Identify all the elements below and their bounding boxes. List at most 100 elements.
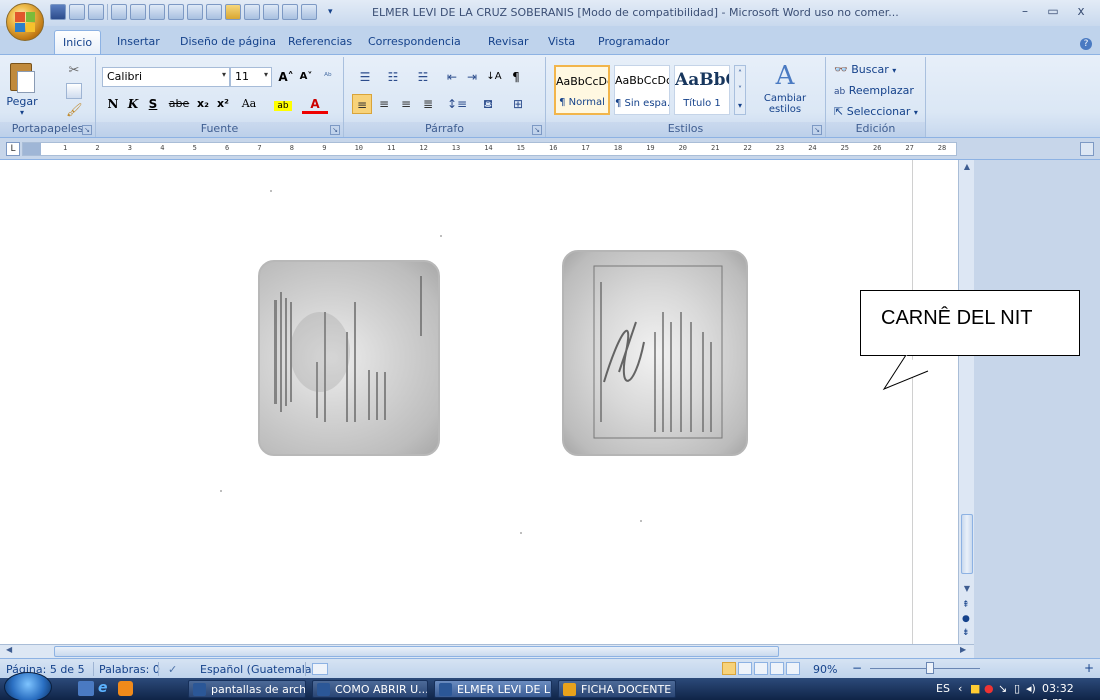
browse-object-icon[interactable]: ● <box>962 614 970 624</box>
zoom-in-button[interactable]: + <box>1084 661 1094 675</box>
cut-icon[interactable]: ✂ <box>66 63 82 79</box>
horizontal-scrollbar[interactable]: ◀ ▶ <box>0 644 974 658</box>
redo-icon[interactable] <box>88 4 104 20</box>
vertical-scrollbar[interactable]: ▲ ▼ ⇞ ● ⇟ <box>958 160 974 644</box>
taskbar-item[interactable]: pantallas de archi... <box>188 680 306 698</box>
paragraph-launcher-icon[interactable]: ↘ <box>532 125 542 135</box>
tab-revisar[interactable]: Revisar <box>488 35 528 48</box>
scroll-right-icon[interactable]: ▶ <box>960 645 966 654</box>
callout-box[interactable]: CARNÊ DEL NIT <box>860 290 1080 356</box>
change-case-button[interactable]: Aa <box>236 94 262 114</box>
shading-icon[interactable]: ⛾ <box>474 94 502 114</box>
subscript-button[interactable]: x₂ <box>194 94 212 114</box>
web-layout-view-icon[interactable] <box>754 662 768 675</box>
styles-scroll[interactable]: ˄ ˅ ▾ <box>734 65 746 115</box>
italic-button[interactable]: K <box>124 94 142 114</box>
zoom-level[interactable]: 90% <box>813 663 837 676</box>
select-button[interactable]: ⇱ Seleccionar ▾ <box>834 105 918 118</box>
edit-icon[interactable] <box>301 4 317 20</box>
shrink-font-button[interactable]: A˅ <box>296 67 316 87</box>
customize-qat-icon[interactable]: ▾ <box>328 7 333 17</box>
increase-indent-icon[interactable]: ⇥ <box>462 67 482 87</box>
style-sin-espaciado[interactable]: AaBbCcDc ¶ Sin espa... <box>614 65 670 115</box>
tab-vista[interactable]: Vista <box>548 35 575 48</box>
style-normal[interactable]: AaBbCcDc ¶ Normal <box>554 65 610 115</box>
scroll-left-icon[interactable]: ◀ <box>6 645 12 654</box>
table-icon[interactable] <box>130 4 146 20</box>
borders-icon[interactable]: ⊞ <box>504 94 532 114</box>
format-painter-icon[interactable]: 🖌 <box>66 103 83 119</box>
tab-referencias[interactable]: Referencias <box>288 35 352 48</box>
line-spacing-icon[interactable]: ↕≡ <box>444 94 470 114</box>
paste-button[interactable]: Pegar ▾ <box>4 61 40 117</box>
tab-insertar[interactable]: Insertar <box>117 35 160 48</box>
print-preview-icon[interactable] <box>111 4 127 20</box>
document-page[interactable] <box>0 160 958 644</box>
proofing-icon[interactable]: ✓ <box>168 663 177 676</box>
word-count[interactable]: Palabras: 0 <box>99 663 160 676</box>
show-desktop-icon[interactable] <box>78 681 94 696</box>
zoom-out-button[interactable]: − <box>852 661 862 675</box>
undo-icon[interactable] <box>69 4 85 20</box>
close-button[interactable]: x <box>1068 2 1094 20</box>
view-ruler-icon[interactable] <box>1080 142 1094 156</box>
minimize-button[interactable]: – <box>1012 2 1038 20</box>
decrease-indent-icon[interactable]: ⇤ <box>442 67 462 87</box>
zoom-slider[interactable] <box>870 668 980 669</box>
office-button[interactable] <box>6 3 44 41</box>
document-icon[interactable] <box>168 4 184 20</box>
highlight-icon[interactable]: ab <box>270 94 296 114</box>
page-layout-icon[interactable] <box>149 4 165 20</box>
font-name-combo[interactable]: Calibri ▾ <box>102 67 230 87</box>
volume-icon[interactable]: ◂) <box>1026 682 1036 695</box>
language-bar[interactable]: ES <box>936 682 950 695</box>
previous-page-icon[interactable]: ⇞ <box>962 600 970 610</box>
ruler-strip[interactable]: 1 2 3 4 5 6 7 8 9 10 11 12 13 14 15 16 17 18 19 20 21 22 23 24 2… <box>22 142 957 156</box>
horizontal-scroll-thumb[interactable] <box>54 646 779 657</box>
left-margin-marker[interactable] <box>23 143 41 155</box>
macro-record-icon[interactable] <box>312 663 328 675</box>
tab-diseno-de-pagina[interactable]: Diseño de página <box>180 35 276 48</box>
antivirus-icon[interactable]: ● <box>984 682 994 695</box>
numbering-icon[interactable]: ☷ <box>380 67 406 87</box>
find-button[interactable]: 👓 Buscar ▾ <box>834 63 896 76</box>
taskbar-item[interactable]: COMO ABRIR U... <box>312 680 428 698</box>
battery-icon[interactable]: ▯ <box>1014 682 1020 695</box>
bold-button[interactable]: N <box>104 94 122 114</box>
font-color-icon[interactable]: A <box>302 94 328 114</box>
align-left-icon[interactable]: ≡ <box>352 94 372 114</box>
multilevel-list-icon[interactable]: ☵ <box>408 67 438 87</box>
strikethrough-button[interactable]: abe <box>166 94 192 114</box>
language-indicator[interactable]: Español (Guatemala) <box>200 663 316 676</box>
font-launcher-icon[interactable]: ↘ <box>330 125 340 135</box>
copy-icon[interactable] <box>66 83 82 99</box>
new-document-icon[interactable] <box>206 4 222 20</box>
media-player-icon[interactable] <box>118 681 133 696</box>
justify-icon[interactable]: ≣ <box>418 94 438 114</box>
taskbar-item-active[interactable]: ELMER LEVI DE L... <box>434 680 552 698</box>
outline-view-icon[interactable] <box>770 662 784 675</box>
tray-expand-icon[interactable]: ‹ <box>958 682 962 695</box>
refresh-icon[interactable] <box>187 4 203 20</box>
next-page-icon[interactable]: ⇟ <box>962 628 970 638</box>
clear-format-icon[interactable]: ᴬᵇ <box>318 67 338 87</box>
tab-programador[interactable]: Programador <box>598 35 669 48</box>
align-center-icon[interactable]: ≡ <box>374 94 394 114</box>
change-styles-button[interactable]: A Cambiar estilos <box>752 61 818 115</box>
network-icon[interactable]: ↘ <box>998 682 1007 695</box>
show-formatting-icon[interactable]: ¶ <box>506 67 526 87</box>
tab-correspondencia[interactable]: Correspondencia <box>368 35 461 48</box>
align-right-icon[interactable]: ≡ <box>396 94 416 114</box>
spelling-icon[interactable] <box>263 4 279 20</box>
paste-dropdown-icon[interactable]: ▾ <box>4 108 40 117</box>
draft-view-icon[interactable] <box>786 662 800 675</box>
superscript-button[interactable]: x² <box>214 94 232 114</box>
grow-font-button[interactable]: A˄ <box>276 67 296 87</box>
replace-button[interactable]: ab Reemplazar <box>834 84 914 97</box>
printer-icon[interactable] <box>282 4 298 20</box>
taskbar-item[interactable]: FICHA DOCENTE <box>558 680 676 698</box>
vertical-scroll-thumb[interactable] <box>961 514 973 574</box>
scroll-down-icon[interactable]: ▼ <box>961 584 973 596</box>
clipboard-launcher-icon[interactable]: ↘ <box>82 125 92 135</box>
print-layout-view-icon[interactable] <box>722 662 736 675</box>
